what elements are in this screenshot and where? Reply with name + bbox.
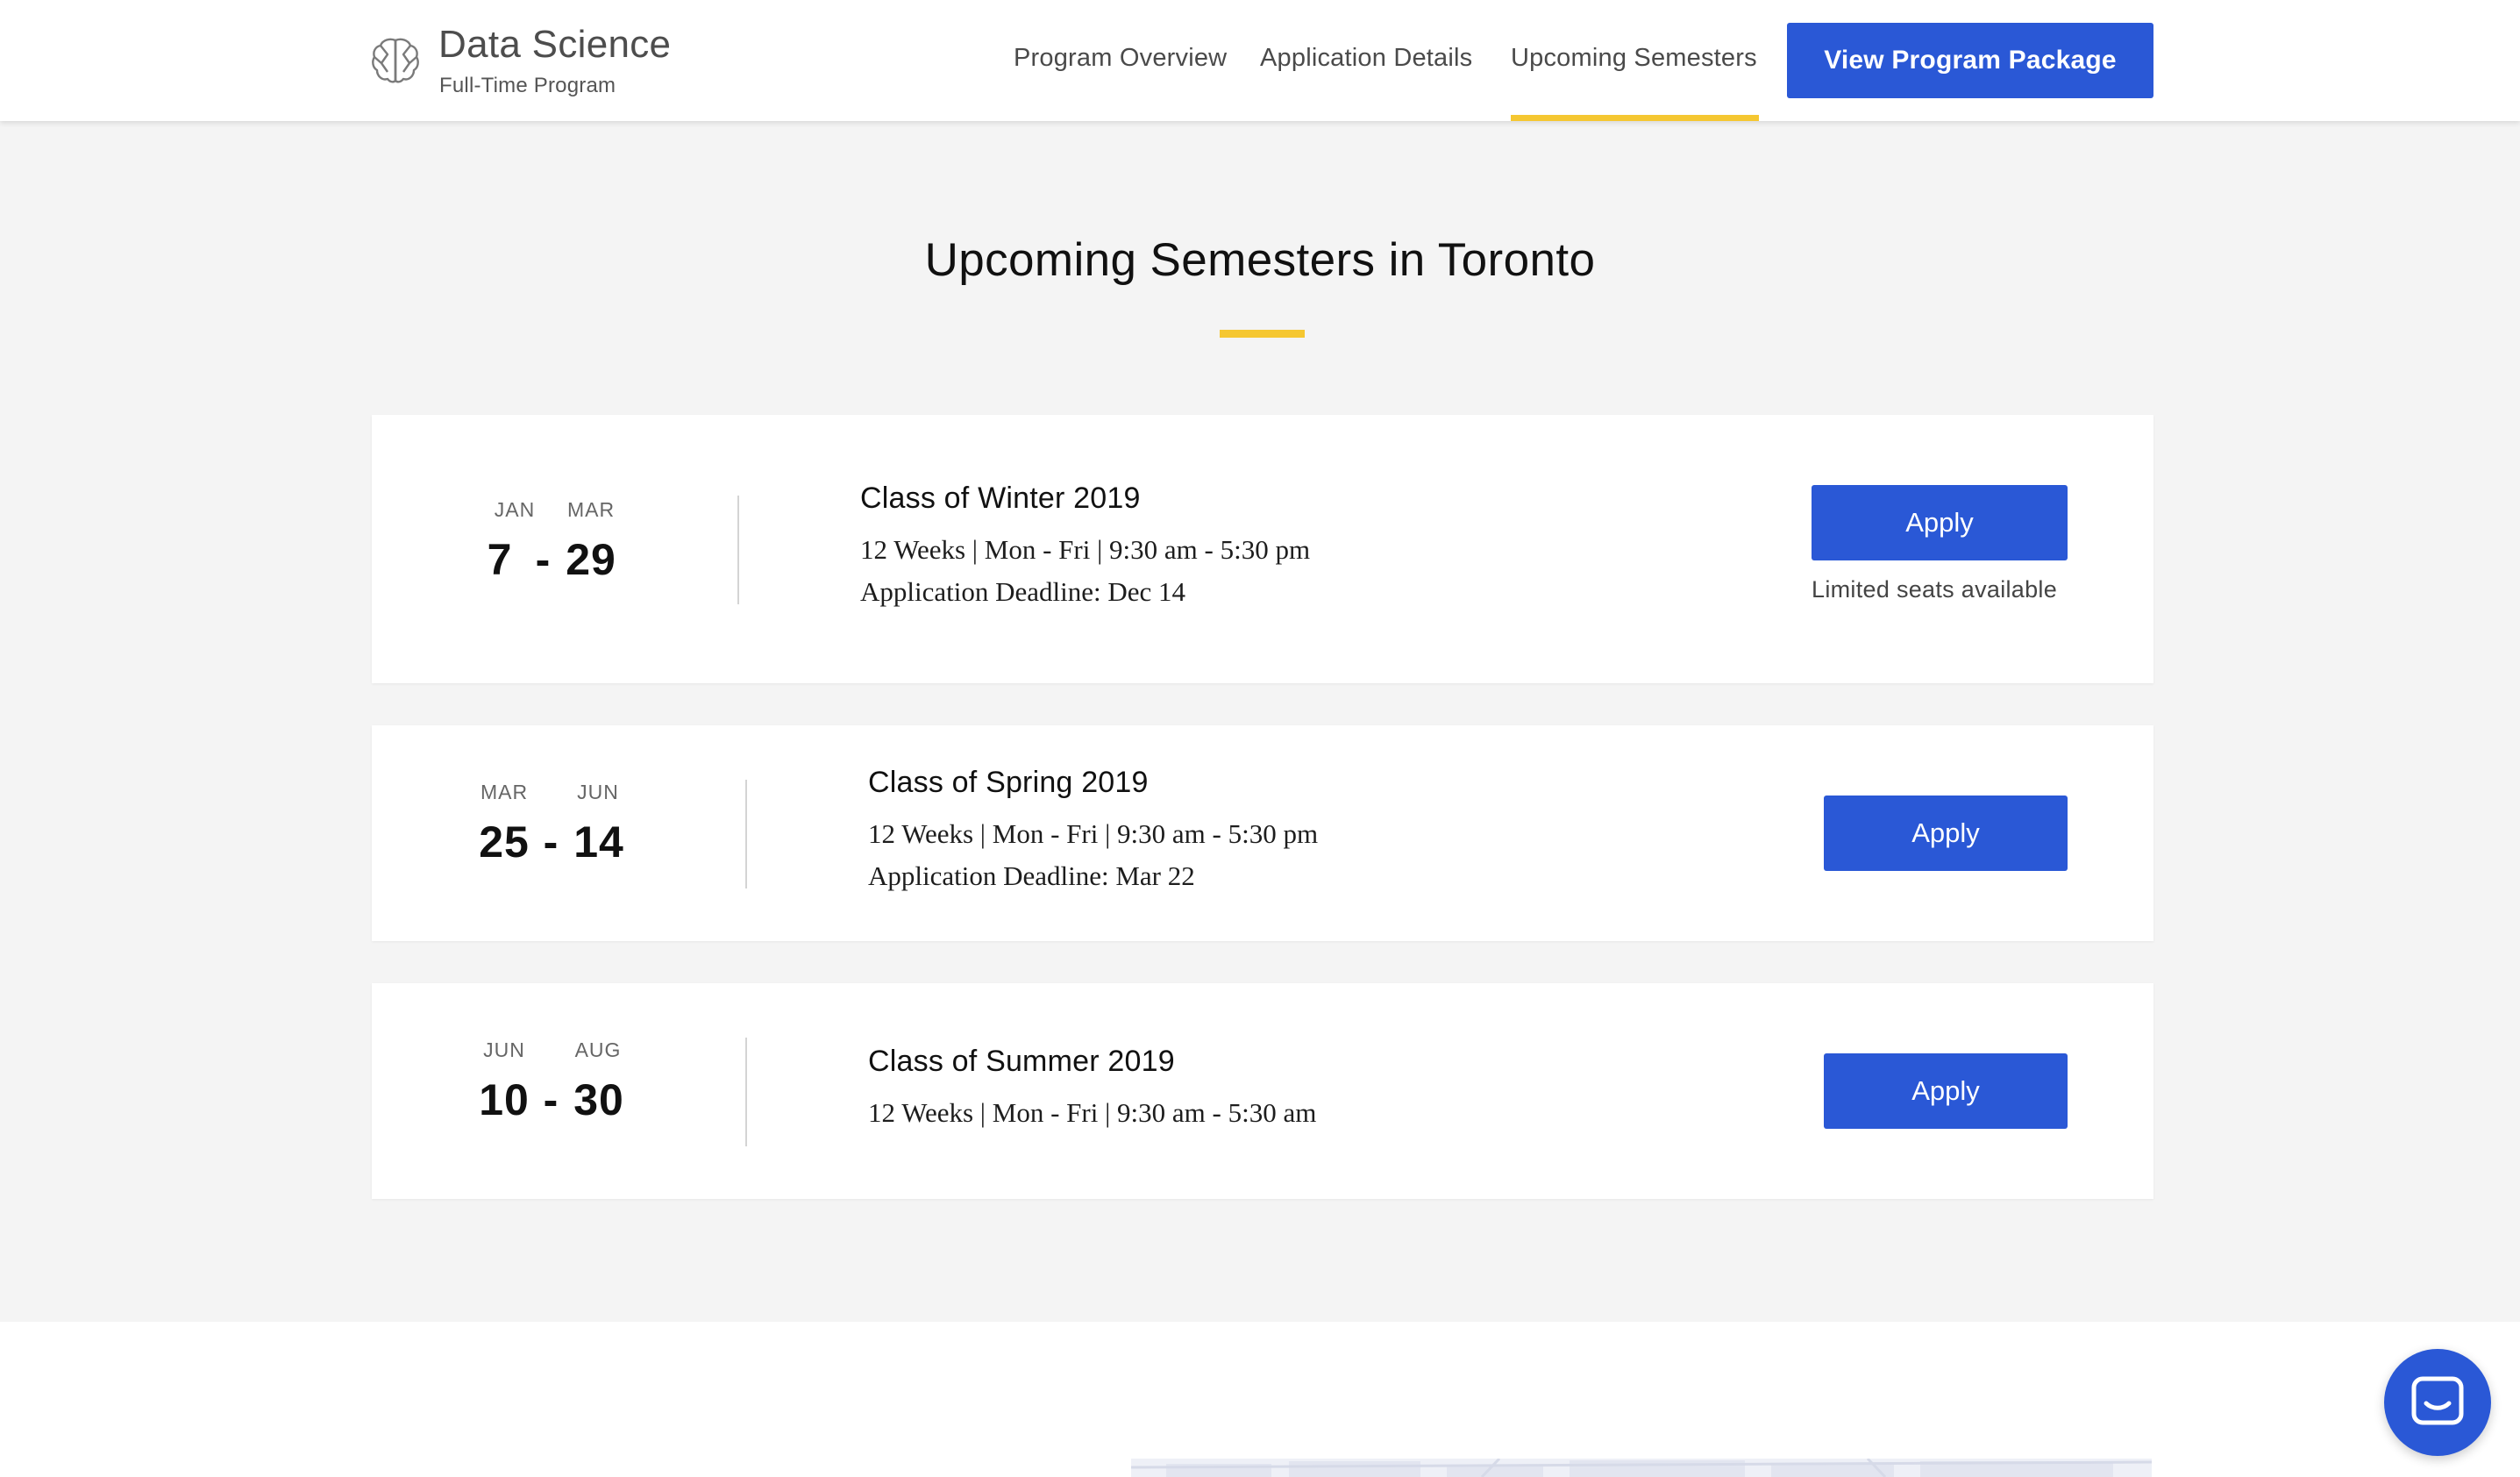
semester-card-spring: MAR JUN 25 - 14 Class of Spring 2019 12 … (372, 725, 2153, 941)
view-program-package-button[interactable]: View Program Package (1787, 23, 2153, 98)
apply-button[interactable]: Apply (1824, 1053, 2068, 1129)
semester-card-summer: JUN AUG 10 - 30 Class of Summer 2019 12 … (372, 983, 2153, 1199)
nav-program-overview[interactable]: Program Overview (1014, 44, 1227, 73)
class-title: Class of Spring 2019 (868, 766, 1149, 799)
divider (737, 496, 739, 604)
apply-button[interactable]: Apply (1812, 485, 2068, 560)
seats-note: Limited seats available (1812, 576, 2058, 603)
nav-upcoming-semesters[interactable]: Upcoming Semesters (1511, 44, 1757, 73)
section-title-underline (1220, 330, 1305, 338)
nav-application-details[interactable]: Application Details (1260, 44, 1472, 73)
semester-card-winter: JAN MAR 7 - 29 Class of Winter 2019 12 W… (372, 415, 2153, 683)
class-schedule: 12 Weeks | Mon - Fri | 9:30 am - 5:30 am (868, 1097, 1317, 1128)
start-month: JAN (494, 498, 536, 521)
application-deadline: Application Deadline: Dec 14 (860, 576, 1186, 607)
start-day: 25 (479, 817, 530, 867)
class-title: Class of Summer 2019 (868, 1045, 1175, 1078)
end-month: MAR (566, 498, 616, 521)
chat-launcher-button[interactable] (2384, 1349, 2491, 1456)
lower-section (0, 1322, 2520, 1477)
brain-icon (370, 35, 421, 86)
map-preview[interactable] (1131, 1459, 2152, 1477)
start-day: 10 (479, 1075, 530, 1124)
end-day: 14 (573, 817, 624, 867)
section-title: Upcoming Semesters in Toronto (924, 234, 1596, 286)
end-day: 29 (566, 535, 616, 584)
brand-subtitle: Full-Time Program (439, 74, 616, 97)
nav-active-indicator (1511, 115, 1759, 121)
end-month: AUG (574, 1038, 622, 1061)
class-title: Class of Winter 2019 (860, 482, 1141, 515)
end-month: JUN (577, 781, 619, 803)
divider (745, 780, 747, 888)
site-header: Data Science Full-Time Program Program O… (0, 0, 2520, 121)
application-deadline: Application Deadline: Mar 22 (868, 860, 1195, 891)
brand-title: Data Science (438, 23, 672, 66)
class-schedule: 12 Weeks | Mon - Fri | 9:30 am - 5:30 pm (868, 818, 1319, 849)
start-month: JUN (483, 1038, 525, 1061)
start-month: MAR (480, 781, 529, 803)
class-schedule: 12 Weeks | Mon - Fri | 9:30 am - 5:30 pm (860, 534, 1311, 565)
divider (745, 1038, 747, 1146)
end-day: 30 (573, 1075, 624, 1124)
apply-button[interactable]: Apply (1824, 796, 2068, 871)
